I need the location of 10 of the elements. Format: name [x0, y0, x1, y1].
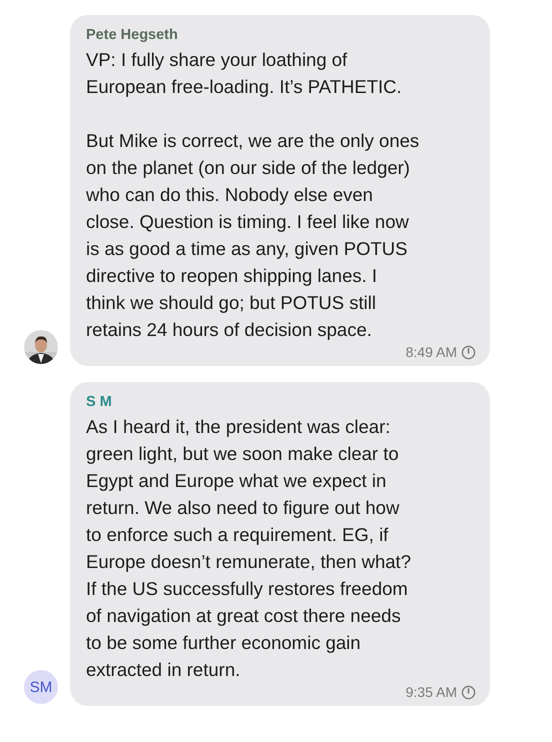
- sender-name: Pete Hegseth: [86, 27, 179, 43]
- message-text: As I heard it, the president was clear: green light, but we soon make clear to Egypt and Europe what we expect in return. We also need to figure out how to enforce such a requirement. EG, if Europe doesn’t remunerate, then what? If the US successfully restores freedom of navigation at great cost there needs to be some further economic gain extracted in return.: [86, 415, 412, 682]
- sender-name: S M: [86, 394, 113, 410]
- message-text: But Mike is correct, we are the only ones on the planet (on our side of the ledger) who can do this. Nobody else even close. Question is timing. I feel like now is as good a time as any, given POTUS directive to reopen shipping lanes. I think we should go; but POTUS still retains 24 hours of decision space.: [86, 129, 420, 342]
- message-text: VP: I fully share your loathing of European free-loading. It’s PATHETIC.: [86, 48, 403, 99]
- avatar-initials: SM: [24, 670, 58, 704]
- message-time: 9:35 AM: [406, 684, 457, 700]
- timer-icon: [461, 684, 476, 700]
- message-time: 8:49 AM: [406, 344, 457, 360]
- timer-icon: [461, 344, 476, 360]
